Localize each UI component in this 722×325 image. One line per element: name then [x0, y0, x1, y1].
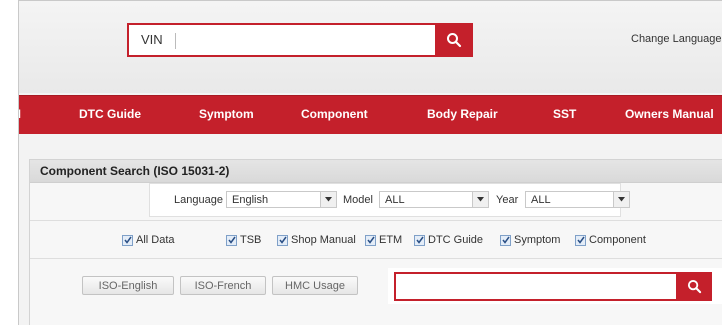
check-icon: [500, 234, 511, 246]
checkbox-label: Component: [589, 234, 646, 246]
search-icon: [447, 33, 462, 48]
vin-label: VIN: [141, 32, 163, 47]
change-language-link[interactable]: Change Language: [631, 33, 722, 45]
nav-item-component[interactable]: Component: [301, 107, 368, 121]
checkbox-symptom[interactable]: Symptom: [500, 234, 560, 246]
checkbox-tsb[interactable]: TSB: [226, 234, 261, 246]
language-label: Language: [174, 194, 223, 206]
checkbox-label: TSB: [240, 234, 262, 246]
checkbox-label: DTC Guide: [428, 234, 484, 246]
checkbox-label: All Data: [136, 234, 175, 246]
search-icon: [687, 279, 701, 294]
nav-item-body-repair[interactable]: Body Repair: [427, 107, 498, 121]
check-icon: [122, 234, 133, 246]
year-value: ALL: [531, 194, 551, 206]
vin-search-button[interactable]: [435, 23, 473, 57]
checkbox-label: Symptom: [514, 234, 561, 246]
filter-bar: Language English Model ALL Year ALL: [150, 184, 630, 216]
component-search-area: [388, 268, 722, 304]
year-select[interactable]: ALL: [525, 191, 630, 208]
iso-french-button[interactable]: ISO-French: [180, 276, 266, 295]
language-select[interactable]: English: [226, 191, 337, 208]
check-icon: [277, 234, 288, 246]
component-search-panel: Component Search (ISO 15031-2) Language …: [29, 159, 722, 325]
checkbox-etm[interactable]: ETM: [365, 234, 402, 246]
year-label: Year: [496, 194, 519, 206]
nav-item-sst[interactable]: SST: [553, 107, 576, 121]
panel-title: Component Search (ISO 15031-2): [40, 164, 230, 178]
check-icon: [414, 234, 425, 246]
checkbox-label: Shop Manual: [291, 234, 356, 246]
component-search-button[interactable]: [676, 272, 712, 301]
vin-search-box: VIN: [127, 23, 473, 57]
chevron-down-icon: [613, 192, 629, 207]
component-search-input[interactable]: [400, 277, 674, 299]
nav-item-owners-manual[interactable]: Owners Manual: [625, 107, 714, 121]
model-label: Model: [343, 194, 373, 206]
app-frame: VIN Change Language M DTC Guide Symptom …: [18, 0, 722, 325]
nav-item-truncated[interactable]: M: [19, 107, 21, 121]
divider: [30, 258, 722, 259]
divider: [30, 220, 722, 221]
checkbox-component[interactable]: Component: [575, 234, 646, 246]
checkbox-all-data[interactable]: All Data: [122, 234, 175, 246]
model-select[interactable]: ALL: [379, 191, 489, 208]
nav-item-dtc-guide[interactable]: DTC Guide: [79, 107, 141, 121]
component-search-box: [394, 272, 712, 301]
checkbox-shop-manual[interactable]: Shop Manual: [277, 234, 356, 246]
vin-input[interactable]: [181, 29, 445, 55]
nav-item-symptom[interactable]: Symptom: [199, 107, 254, 121]
checkbox-dtc-guide[interactable]: DTC Guide: [414, 234, 483, 246]
model-value: ALL: [385, 194, 405, 206]
main-nav: M DTC Guide Symptom Component Body Repai…: [19, 95, 722, 134]
hmc-usage-button[interactable]: HMC Usage: [272, 276, 358, 295]
chevron-down-icon: [320, 192, 336, 207]
check-icon: [365, 234, 376, 246]
panel-header: Component Search (ISO 15031-2): [30, 160, 722, 183]
vin-separator: [175, 33, 176, 49]
check-icon: [226, 234, 237, 246]
header: VIN Change Language: [19, 1, 722, 93]
check-icon: [575, 234, 586, 246]
checkbox-label: ETM: [379, 234, 403, 246]
iso-english-button[interactable]: ISO-English: [82, 276, 174, 295]
language-value: English: [232, 194, 269, 206]
chevron-down-icon: [472, 192, 488, 207]
